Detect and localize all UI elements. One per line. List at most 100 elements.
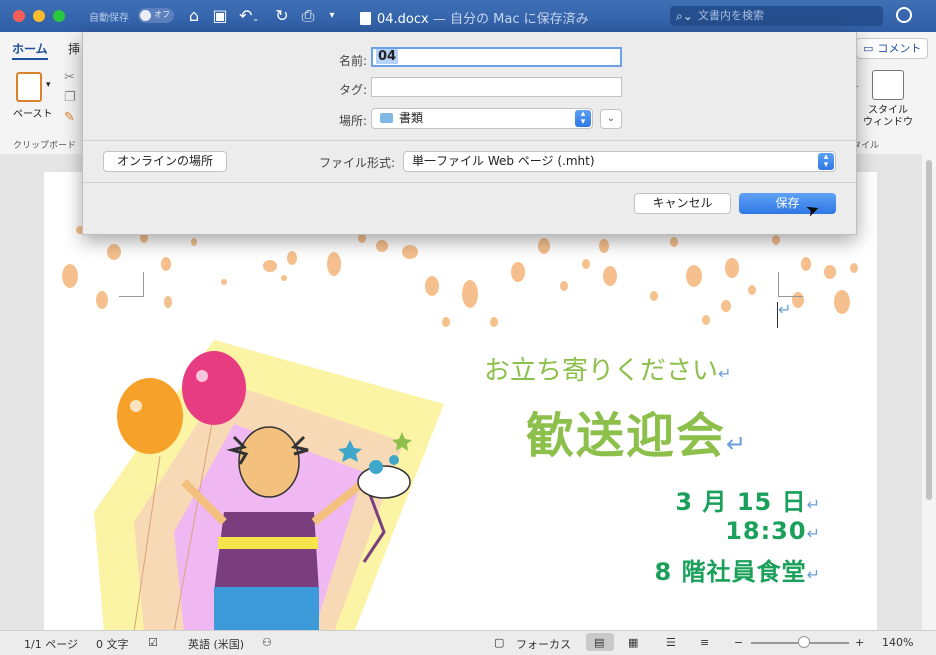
document-status: — 自分の Mac に保存済み: [432, 12, 589, 27]
margin-corner-mark-left: [119, 272, 144, 297]
scrollbar-thumb[interactable]: [926, 160, 932, 500]
paragraph-mark: ↵: [806, 565, 821, 584]
web-layout-icon[interactable]: ▦: [628, 636, 638, 649]
online-locations-button[interactable]: オンラインの場所: [103, 151, 227, 172]
paragraph-mark: ↵: [806, 524, 821, 543]
minimize-window-button[interactable]: [33, 10, 45, 22]
home-icon[interactable]: ⌂: [184, 6, 204, 26]
tab-insert[interactable]: 挿: [68, 40, 80, 57]
location-label: 場所:: [338, 114, 367, 128]
greeting-text: お立ち寄りください: [484, 356, 719, 386]
greeting-line: お立ち寄りください↵: [484, 350, 731, 387]
undo-icon[interactable]: ↶⌄: [236, 6, 262, 26]
tags-field[interactable]: [371, 77, 622, 97]
styles-pane-label-text: スタイル ウィンドウ: [863, 105, 913, 128]
autosave-toggle[interactable]: オフ: [138, 8, 174, 23]
document-page[interactable]: ↵ お立ち寄りください↵ 歓送迎会↵ 3 月 15 日↵ 18:30↵ 8 階社…: [44, 172, 877, 630]
divider: [83, 182, 856, 183]
search-placeholder: 文書内を検索: [698, 9, 764, 22]
draft-view-icon[interactable]: ≡: [700, 636, 709, 649]
zoom-in-icon[interactable]: +: [855, 636, 864, 649]
file-format-stepper-icon: ▴ ▾: [818, 153, 834, 170]
outline-view-icon[interactable]: ☰: [666, 636, 676, 649]
paste-icon[interactable]: [16, 72, 42, 102]
name-value: 04: [376, 49, 399, 64]
paragraph-mark: ↵: [718, 364, 732, 383]
name-field[interactable]: 04: [371, 47, 622, 67]
comment-icon: ▭: [863, 42, 874, 55]
vertical-scrollbar[interactable]: [922, 154, 936, 630]
language[interactable]: 英語 (米国): [188, 636, 244, 652]
event-place: 8 階社員食堂: [654, 558, 807, 586]
paragraph-mark: ↵: [726, 430, 749, 458]
document-icon: [360, 12, 371, 25]
paragraph-mark: ↵: [806, 495, 821, 514]
place-line: 8 階社員食堂↵: [655, 552, 821, 587]
save-label: 保存: [775, 196, 800, 210]
event-date: 3 月 15 日: [675, 488, 807, 516]
accessibility-icon[interactable]: ⚇: [262, 636, 272, 649]
file-format-label: ファイル形式:: [319, 156, 396, 170]
event-time: 18:30: [725, 517, 807, 545]
feedback-smiley-icon[interactable]: [896, 7, 912, 23]
window-title: 04.docx — 自分の Mac に保存済み: [360, 8, 589, 27]
party-illustration: [94, 340, 444, 630]
search-icon: ⌕⌄: [676, 9, 693, 23]
cancel-button[interactable]: キャンセル: [634, 193, 731, 214]
focus-icon[interactable]: ▢: [494, 636, 504, 649]
page-count[interactable]: 1/1 ページ: [24, 636, 78, 652]
focus-label[interactable]: フォーカス: [516, 636, 571, 652]
name-label: 名前:: [338, 54, 367, 68]
zoom-level[interactable]: 140%: [882, 636, 913, 649]
file-format-value: 単一ファイル Web ページ (.mht): [412, 154, 595, 168]
tags-label: タグ:: [338, 83, 367, 97]
paragraph-mark: ↵: [778, 300, 792, 319]
cut-icon[interactable]: ✂: [64, 70, 75, 85]
divider: [83, 140, 856, 141]
date-line: 3 月 15 日↵: [675, 482, 821, 517]
tab-home[interactable]: ホーム: [12, 40, 48, 57]
search-field[interactable]: ⌕⌄ 文書内を検索: [670, 6, 883, 26]
print-layout-icon: ▤: [594, 636, 605, 649]
location-value: 書類: [399, 111, 424, 125]
location-stepper-icon: ▴ ▾: [575, 110, 591, 127]
styles-pane-label[interactable]: スタイル ウィンドウ: [862, 105, 914, 129]
copy-icon[interactable]: ❐: [64, 90, 76, 105]
proofing-icon[interactable]: ☑: [148, 636, 158, 649]
document-name: 04.docx: [377, 12, 429, 27]
zoom-out-icon[interactable]: −: [734, 636, 743, 649]
title-bar: 自動保存 オフ ⌂ ▣ ↶⌄ ↻ ⎙ ▾ 04.docx — 自分の Mac に…: [0, 0, 936, 32]
online-locations-label: オンラインの場所: [116, 154, 213, 168]
zoom-window-button[interactable]: [53, 10, 65, 22]
expand-dialog-button[interactable]: ⌄: [600, 109, 622, 129]
event-title-text: 歓送迎会: [526, 408, 727, 464]
close-window-button[interactable]: [13, 10, 25, 22]
time-line: 18:30↵: [725, 517, 821, 545]
toggle-knob: [140, 10, 151, 21]
styles-pane-icon[interactable]: [872, 70, 904, 100]
paste-button-label[interactable]: ペースト: [13, 105, 53, 120]
status-bar: 1/1 ページ 0 文字 ☑ 英語 (米国) ⚇ ▢ フォーカス ▤ ▦ ☰ ≡…: [0, 630, 936, 655]
comment-button[interactable]: ▭ コメント: [856, 38, 928, 59]
autosave-state: オフ: [154, 10, 170, 19]
word-count[interactable]: 0 文字: [96, 636, 129, 652]
save-icon[interactable]: ▣: [210, 6, 230, 26]
save-dialog: 名前: 04 タグ: 場所: 書類 ▴ ▾ ⌄ オンラインの場所 ファイル形式: …: [82, 32, 857, 235]
print-icon[interactable]: ⎙: [298, 6, 318, 26]
comment-label: コメント: [877, 42, 922, 55]
margin-corner-mark-right: [778, 272, 803, 297]
redo-icon[interactable]: ↻: [272, 6, 292, 26]
customize-toolbar-icon[interactable]: ▾: [324, 6, 340, 26]
location-select[interactable]: 書類 ▴ ▾: [371, 108, 593, 129]
cancel-label: キャンセル: [652, 196, 713, 210]
paste-options-chevron-icon[interactable]: ▾: [46, 80, 51, 90]
autosave-label: 自動保存: [89, 13, 129, 24]
format-painter-icon[interactable]: ✎: [64, 110, 75, 125]
clipboard-group-label: クリップボード: [13, 141, 77, 151]
folder-icon: [380, 113, 393, 123]
save-button[interactable]: 保存: [739, 193, 836, 214]
file-format-select[interactable]: 単一ファイル Web ページ (.mht) ▴ ▾: [403, 151, 836, 172]
event-title-line: 歓送迎会↵: [526, 396, 748, 466]
active-tab-indicator: [12, 58, 48, 60]
zoom-slider-knob[interactable]: [798, 636, 810, 648]
